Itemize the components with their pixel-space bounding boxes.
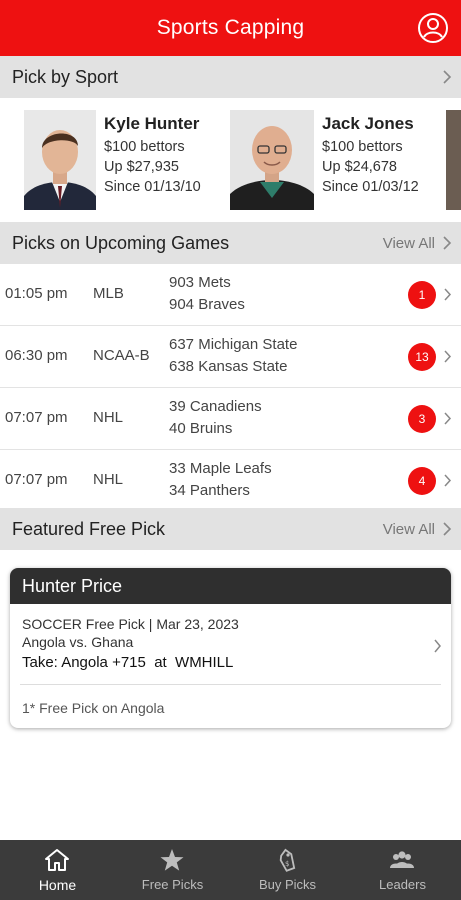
game-league: NHL [93,471,124,488]
game-team-1: 33 Maple Leafs [169,460,272,477]
capper-profit: Up $27,935 [104,159,179,175]
tab-leaders[interactable]: Leaders [345,840,460,900]
view-all-link[interactable]: View All [383,235,435,252]
capper-since: Since 01/13/10 [104,179,201,195]
pick-by-sport-label: Pick by Sport [12,67,119,87]
star-icon [160,849,184,871]
game-row[interactable]: 07:07 pm NHL 33 Maple Leafs 34 Panthers … [0,450,461,512]
pick-count-badge: 1 [408,281,436,309]
cappers-carousel[interactable]: Kyle Hunter $100 bettors Up $27,935 Sinc… [0,98,461,222]
capper-since: Since 01/03/12 [322,179,419,195]
game-team-2: 904 Braves [169,296,245,313]
pick-matchup: Angola vs. Ghana [22,634,134,650]
app-header: Sports Capping [0,0,461,56]
chevron-right-icon[interactable] [442,521,452,537]
app-title: Sports Capping [156,16,305,39]
bottom-tab-bar: Home Free Picks $ Buy Picks Leaders [0,840,461,900]
game-team-2: 34 Panthers [169,482,250,499]
pick-count-badge: 13 [408,343,436,371]
upcoming-games-bar: Picks on Upcoming Games View All [0,222,461,264]
game-time: 07:07 pm [5,471,68,488]
featured-free-pick-label: Featured Free Pick [12,519,166,539]
upcoming-games-label: Picks on Upcoming Games [12,233,230,253]
price-tag-icon: $ [279,848,296,872]
chevron-right-icon[interactable] [442,235,452,251]
game-league: NHL [93,409,124,426]
chevron-right-icon [444,474,452,487]
home-icon [45,849,69,871]
tab-buy-picks[interactable]: $ Buy Picks [230,840,345,900]
capper-bettors: $100 bettors [322,139,403,155]
capper-card[interactable]: Jack Jones $100 bettors Up $24,678 Since… [230,110,440,210]
game-row[interactable]: 06:30 pm NCAA-B 637 Michigan State 638 K… [0,326,461,388]
chevron-right-icon [444,350,452,363]
chevron-right-icon [434,639,441,653]
tab-free-picks[interactable]: Free Picks [115,840,230,900]
chevron-right-icon [443,70,452,84]
svg-text:$: $ [285,860,289,868]
featured-capper-name: Hunter Price [22,576,123,596]
game-team-1: 903 Mets [169,274,231,291]
capper-profit: Up $24,678 [322,159,397,175]
account-circle-icon[interactable] [417,12,449,44]
featured-free-pick-bar: Featured Free Pick View All [0,508,461,550]
card-divider [20,684,441,685]
capper-card[interactable]: Kyle Hunter $100 bettors Up $27,935 Sinc… [24,110,224,210]
capper-card-partial[interactable] [446,110,461,210]
capper-photo [446,110,461,210]
game-league: MLB [93,285,124,302]
capper-photo [230,110,314,210]
view-all-link[interactable]: View All [383,521,435,538]
tab-label: Free Picks [141,877,204,892]
tab-label: Home [38,877,77,893]
game-time: 01:05 pm [5,285,68,302]
tab-label: Leaders [379,877,426,892]
group-icon [390,851,414,868]
game-league: NCAA-B [93,347,150,364]
pick-take: Take: Angola +715 at WMHILL [22,654,234,671]
game-row[interactable]: 07:07 pm NHL 39 Canadiens 40 Bruins 3 [0,388,461,450]
pick-count-badge: 4 [408,467,436,495]
capper-name: Kyle Hunter [104,114,200,133]
tab-label: Buy Picks [258,877,317,892]
pick-by-sport-bar[interactable]: Pick by Sport [0,56,461,98]
pick-sport-date: SOCCER Free Pick | Mar 23, 2023 [22,616,239,632]
chevron-right-icon [444,288,452,301]
game-team-1: 39 Canadiens [169,398,262,415]
featured-pick-card[interactable]: Hunter Price SOCCER Free Pick | Mar 23, … [10,568,451,728]
pick-count-badge: 3 [408,405,436,433]
game-team-2: 638 Kansas State [169,358,288,375]
game-time: 06:30 pm [5,347,68,364]
game-team-2: 40 Bruins [169,420,233,437]
game-row[interactable]: 01:05 pm MLB 903 Mets 904 Braves 1 [0,264,461,326]
tab-home[interactable]: Home [0,840,115,900]
capper-name: Jack Jones [322,114,414,133]
game-team-1: 637 Michigan State [169,336,298,353]
game-time: 07:07 pm [5,409,68,426]
capper-photo [24,110,96,210]
capper-bettors: $100 bettors [104,139,185,155]
pick-footnote: 1* Free Pick on Angola [22,700,165,716]
chevron-right-icon [444,412,452,425]
card-header: Hunter Price [10,568,451,604]
